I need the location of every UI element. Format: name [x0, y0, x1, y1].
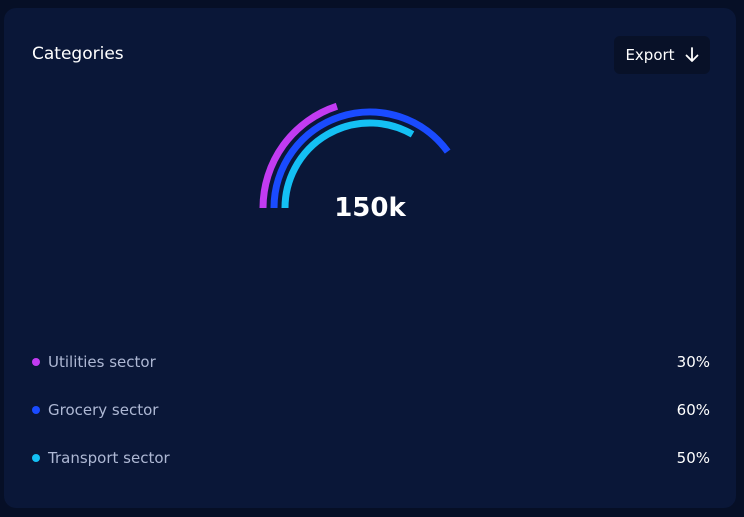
chart-center-value: 150k — [334, 193, 406, 223]
radial-chart: 150k — [259, 102, 451, 223]
